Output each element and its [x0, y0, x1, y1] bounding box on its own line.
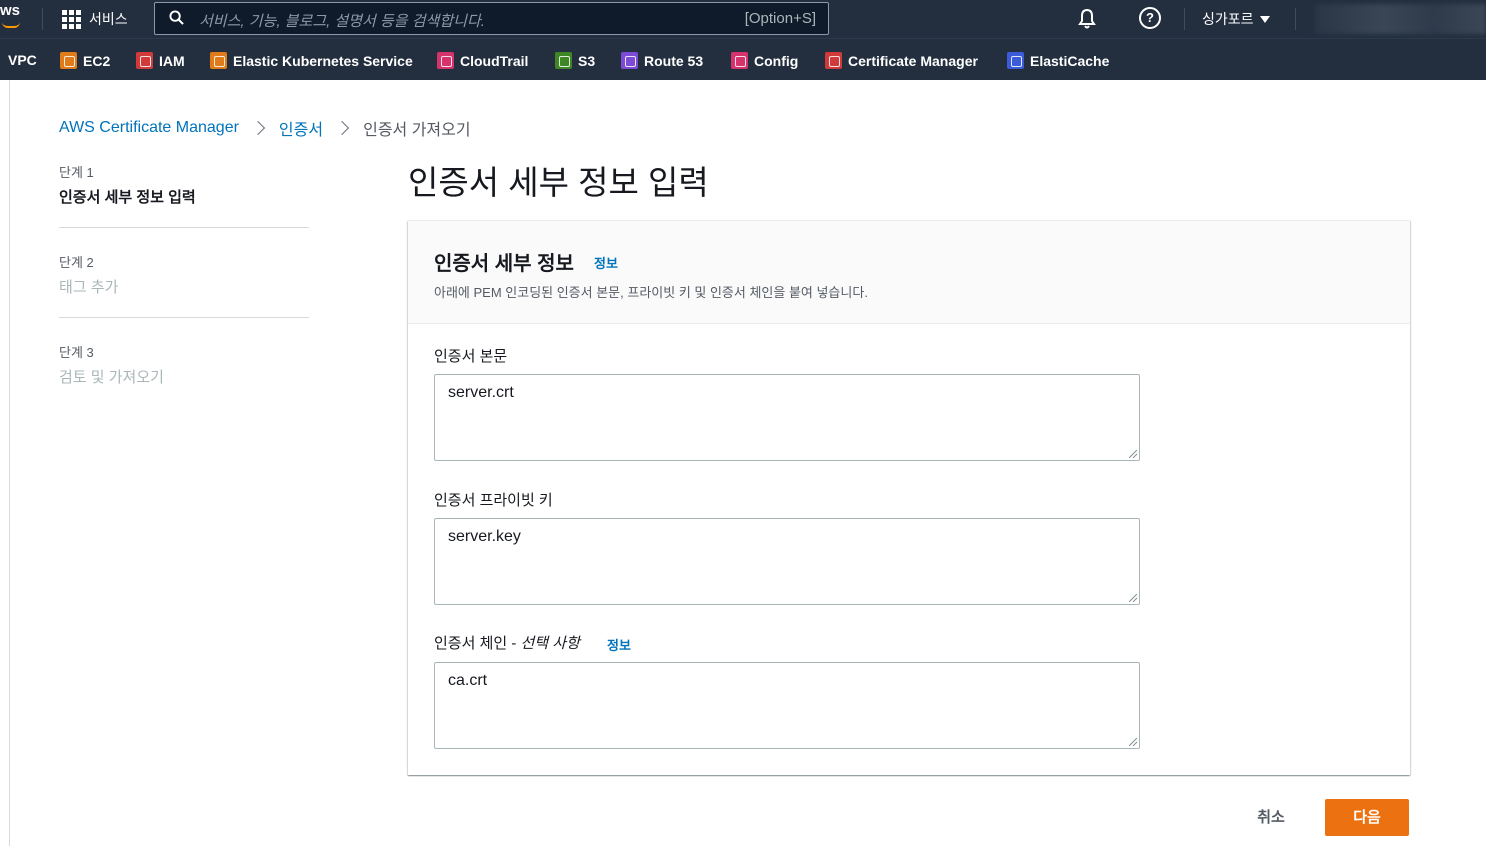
favorite-label: CloudTrail — [460, 52, 529, 69]
favorite-iam[interactable]: IAM — [136, 52, 185, 69]
chevron-right-icon — [250, 120, 265, 136]
certificate-manager-icon — [825, 52, 842, 69]
aws-logo-text: ws — [0, 2, 21, 19]
step-2-label: 단계 2 — [59, 255, 94, 270]
favorite-certificate-manager[interactable]: Certificate Manager — [825, 52, 978, 69]
favorite-s3[interactable]: S3 — [555, 52, 595, 69]
favorite-label: VPC — [8, 52, 37, 68]
content-border — [9, 80, 10, 846]
private-key-label: 인증서 프라이빗 키 — [434, 492, 553, 509]
certificate-body-value: server.crt — [448, 384, 514, 401]
certificate-body-textarea[interactable]: server.crt — [434, 374, 1140, 461]
favorite-label: Certificate Manager — [848, 52, 978, 69]
caret-down-icon — [1259, 15, 1270, 23]
favorite-label: Route 53 — [644, 52, 704, 69]
certificate-chain-textarea[interactable]: ca.crt — [434, 662, 1140, 749]
certificate-chain-label-text: 인증서 체인 - — [434, 635, 521, 652]
search-input[interactable]: 서비스, 기능, 블로그, 설명서 등을 검색합니다. [Option+S] — [154, 2, 829, 35]
services-menu-button[interactable]: 서비스 — [62, 6, 128, 32]
private-key-value: server.key — [448, 528, 521, 545]
eks-icon — [210, 52, 227, 69]
favorite-label: IAM — [159, 52, 185, 69]
step-2-title: 태그 추가 — [59, 279, 119, 296]
favorite-label: EC2 — [83, 52, 111, 69]
favorite-config[interactable]: Config — [731, 52, 798, 69]
favorite-route53[interactable]: Route 53 — [621, 52, 703, 69]
breadcrumb-current: 인증서 가져오기 — [363, 122, 471, 139]
resize-handle-icon[interactable] — [1129, 450, 1137, 458]
region-selector[interactable]: 싱가포르 — [1202, 9, 1270, 29]
account-menu[interactable] — [1315, 4, 1486, 34]
bell-icon[interactable] — [1075, 7, 1099, 31]
search-placeholder: 서비스, 기능, 블로그, 설명서 등을 검색합니다. — [199, 13, 485, 30]
certificate-chain-label: 인증서 체인 - 선택 사항 — [434, 632, 580, 653]
certificate-chain-info-link[interactable]: 정보 — [607, 635, 631, 654]
private-key-textarea[interactable]: server.key — [434, 518, 1140, 605]
favorite-elasticache[interactable]: ElastiCache — [1007, 52, 1109, 69]
favorite-eks[interactable]: Elastic Kubernetes Service — [210, 52, 413, 69]
search-icon — [169, 10, 184, 25]
chevron-right-icon — [335, 120, 350, 136]
ec2-icon — [60, 52, 77, 69]
aws-logo[interactable]: ws — [0, 2, 28, 34]
panel-info-link[interactable]: 정보 — [594, 253, 618, 272]
panel-title: 인증서 세부 정보 — [434, 253, 574, 275]
favorite-label: Elastic Kubernetes Service — [233, 52, 413, 69]
certificate-body-label: 인증서 본문 — [434, 348, 508, 365]
favorite-label: ElastiCache — [1030, 52, 1110, 69]
next-button[interactable]: 다음 — [1325, 799, 1409, 836]
breadcrumb-acm-link[interactable]: AWS Certificate Manager — [59, 119, 239, 137]
optional-marker: 선택 사항 — [520, 635, 580, 652]
elasticache-icon — [1007, 52, 1024, 69]
certificate-details-panel: 인증서 세부 정보 정보 아래에 PEM 인코딩된 인증서 본문, 프라이빗 키… — [408, 220, 1410, 775]
page-title: 인증서 세부 정보 입력 — [408, 164, 709, 201]
certificate-chain-value: ca.crt — [448, 672, 488, 689]
favorite-vpc[interactable]: VPC — [8, 52, 37, 68]
s3-icon — [555, 52, 572, 69]
step-1-title: 인증서 세부 정보 입력 — [59, 189, 196, 206]
favorite-ec2[interactable]: EC2 — [60, 52, 110, 69]
help-icon[interactable]: ? — [1139, 7, 1161, 29]
cloudtrail-icon — [437, 52, 454, 69]
breadcrumb: AWS Certificate Manager 인증서 인증서 가져오기 — [59, 116, 471, 140]
services-label: 서비스 — [89, 11, 128, 27]
region-label: 싱가포르 — [1202, 11, 1254, 27]
step-divider — [59, 317, 309, 318]
grid-icon — [62, 9, 81, 29]
resize-handle-icon[interactable] — [1129, 594, 1137, 602]
aws-smile-icon — [2, 22, 20, 28]
top-navigation: ws 서비스 서비스, 기능, 블로그, 설명서 등을 검색합니다. [Opti… — [0, 0, 1486, 38]
favorite-label: Config — [754, 52, 799, 69]
panel-header: 인증서 세부 정보 정보 아래에 PEM 인코딩된 인증서 본문, 프라이빗 키… — [408, 221, 1410, 324]
panel-description: 아래에 PEM 인코딩된 인증서 본문, 프라이빗 키 및 인증서 체인을 붙여… — [434, 285, 868, 300]
divider — [1184, 8, 1185, 30]
step-3-label: 단계 3 — [59, 345, 94, 360]
iam-icon — [136, 52, 153, 69]
favorite-cloudtrail[interactable]: CloudTrail — [437, 52, 528, 69]
step-divider — [59, 227, 309, 228]
step-3-title: 검토 및 가져오기 — [59, 369, 164, 386]
route53-icon — [621, 52, 638, 69]
divider — [1295, 8, 1296, 30]
search-shortcut: [Option+S] — [744, 10, 816, 27]
resize-handle-icon[interactable] — [1129, 738, 1137, 746]
divider — [42, 8, 43, 30]
favorites-bar: VPC EC2 IAM Elastic Kubernetes Service C… — [0, 38, 1486, 80]
cancel-button[interactable]: 취소 — [1242, 799, 1300, 836]
step-1-label: 단계 1 — [59, 165, 94, 180]
config-icon — [731, 52, 748, 69]
favorite-label: S3 — [578, 52, 596, 69]
breadcrumb-certificates-link[interactable]: 인증서 — [279, 116, 323, 140]
